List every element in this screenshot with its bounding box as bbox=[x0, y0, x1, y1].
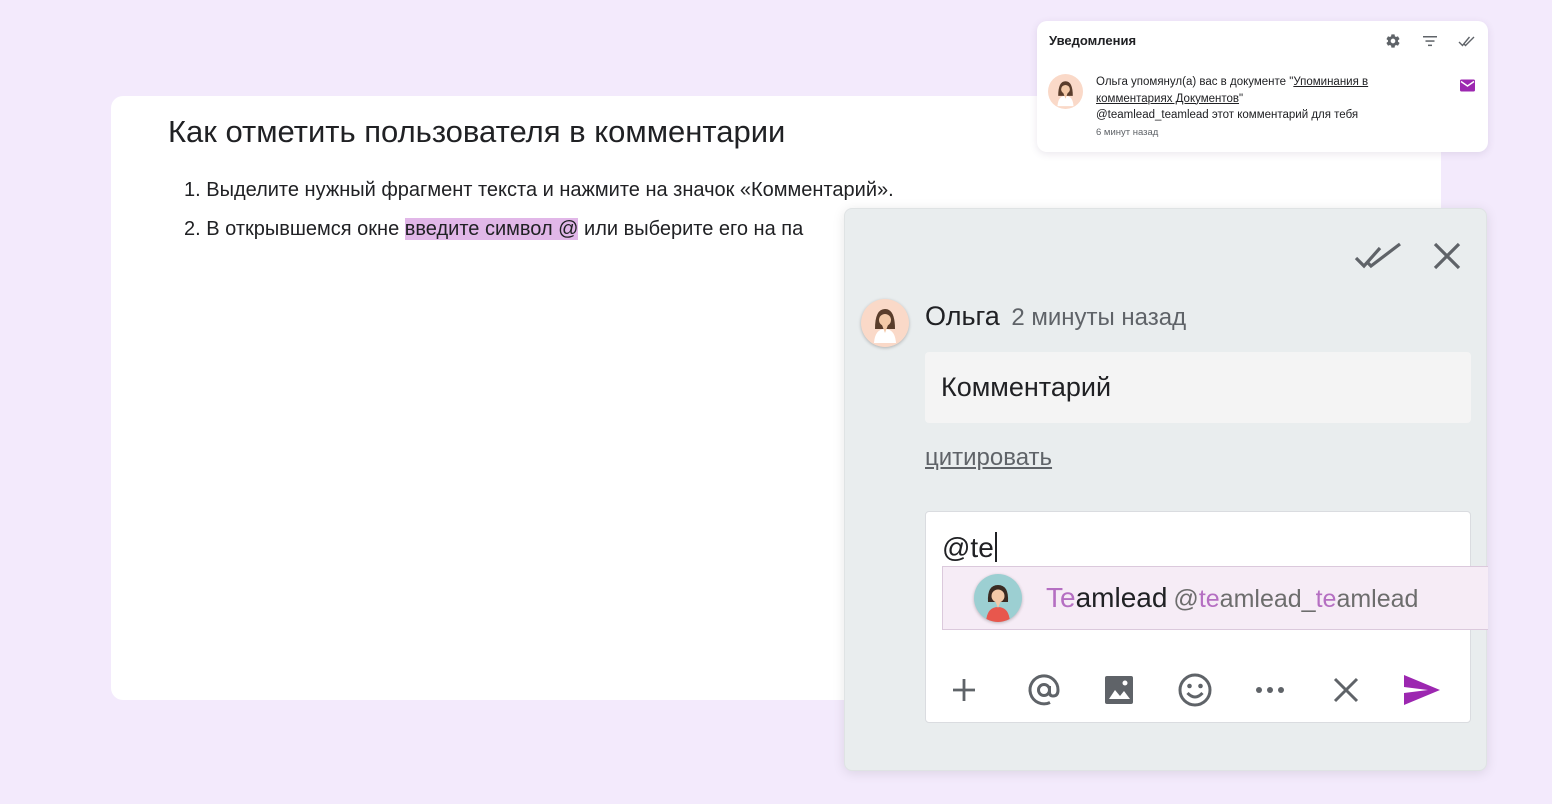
notifications-panel: Уведомления Ольга упомянул(а) вас в доку… bbox=[1037, 21, 1488, 152]
notification-suffix: " bbox=[1239, 92, 1244, 105]
suggestion-label: Teamlead @teamlead_teamlead bbox=[1046, 582, 1418, 614]
step-text: Выделите нужный фрагмент текста и нажмит… bbox=[206, 179, 894, 201]
handle-at: @ bbox=[1173, 585, 1199, 613]
handle-part: amlead bbox=[1336, 585, 1419, 613]
mail-icon[interactable] bbox=[1459, 78, 1476, 93]
notifications-toolbar bbox=[1381, 31, 1478, 51]
send-icon[interactable] bbox=[1400, 668, 1444, 712]
close-icon[interactable] bbox=[1432, 241, 1462, 271]
comment-time: 2 минуты назад bbox=[1011, 304, 1187, 331]
name-match: Te bbox=[1046, 582, 1076, 613]
comment-header-actions bbox=[1354, 241, 1462, 271]
text-caret bbox=[994, 532, 997, 562]
suggestion-handle: @teamlead_teamlead bbox=[1173, 585, 1418, 613]
quote-link[interactable]: цитировать bbox=[925, 444, 1052, 472]
avatar bbox=[861, 299, 909, 347]
close-icon[interactable] bbox=[1324, 668, 1368, 712]
resolve-icon[interactable] bbox=[1354, 241, 1402, 271]
avatar bbox=[1048, 74, 1083, 109]
step-text: В открывшемся окне bbox=[206, 218, 400, 240]
comment-panel: Ольга 2 минуты назад Комментарий цитиров… bbox=[844, 208, 1488, 771]
handle-part: amlead_ bbox=[1219, 585, 1316, 613]
filter-icon[interactable] bbox=[1418, 31, 1441, 51]
comment-author: Ольга 2 минуты назад bbox=[925, 301, 1186, 332]
notification-item[interactable]: Ольга упомянул(а) вас в документе "Упоми… bbox=[1048, 72, 1476, 142]
document-title: Как отметить пользователя в комментарии bbox=[168, 114, 786, 149]
step-number: 2. bbox=[184, 218, 201, 240]
avatar bbox=[974, 574, 1022, 622]
notification-time: 6 минут назад bbox=[1096, 126, 1159, 138]
reply-input[interactable]: @te bbox=[942, 532, 997, 564]
more-icon[interactable] bbox=[1248, 668, 1292, 712]
mention-suggestion[interactable]: Teamlead @teamlead_teamlead bbox=[942, 566, 1488, 630]
author-name: Ольга bbox=[925, 301, 1000, 331]
gear-icon[interactable] bbox=[1381, 31, 1404, 51]
comment-text: Комментарий bbox=[925, 352, 1471, 423]
name-rest: amlead bbox=[1075, 582, 1168, 613]
steps-list: 1. Выделите нужный фрагмент текста и наж… bbox=[184, 178, 894, 256]
handle-match: te bbox=[1315, 585, 1337, 613]
reply-toolbar bbox=[925, 668, 1471, 718]
step-number: 1. bbox=[184, 179, 201, 201]
emoji-icon[interactable] bbox=[1173, 668, 1217, 712]
notifications-title: Уведомления bbox=[1049, 33, 1137, 48]
mark-all-read-icon[interactable] bbox=[1455, 31, 1478, 51]
handle-match: te bbox=[1198, 585, 1220, 613]
highlighted-text[interactable]: введите символ @ bbox=[404, 218, 579, 240]
notification-prefix: Ольга упомянул(а) вас в документе " bbox=[1096, 76, 1294, 88]
notification-message: @teamlead_teamlead этот комментарий для … bbox=[1096, 109, 1359, 121]
step-text: или выберите его на па bbox=[584, 218, 804, 240]
list-item: 1. Выделите нужный фрагмент текста и наж… bbox=[184, 178, 894, 217]
reply-input-value: @te bbox=[942, 532, 994, 563]
notification-text: Ольга упомянул(а) вас в документе "Упоми… bbox=[1096, 74, 1396, 141]
at-icon[interactable] bbox=[1022, 668, 1066, 712]
plus-icon[interactable] bbox=[942, 668, 986, 712]
list-item: 2. В открывшемся окне введите символ @ и… bbox=[184, 217, 894, 256]
image-icon[interactable] bbox=[1097, 668, 1141, 712]
